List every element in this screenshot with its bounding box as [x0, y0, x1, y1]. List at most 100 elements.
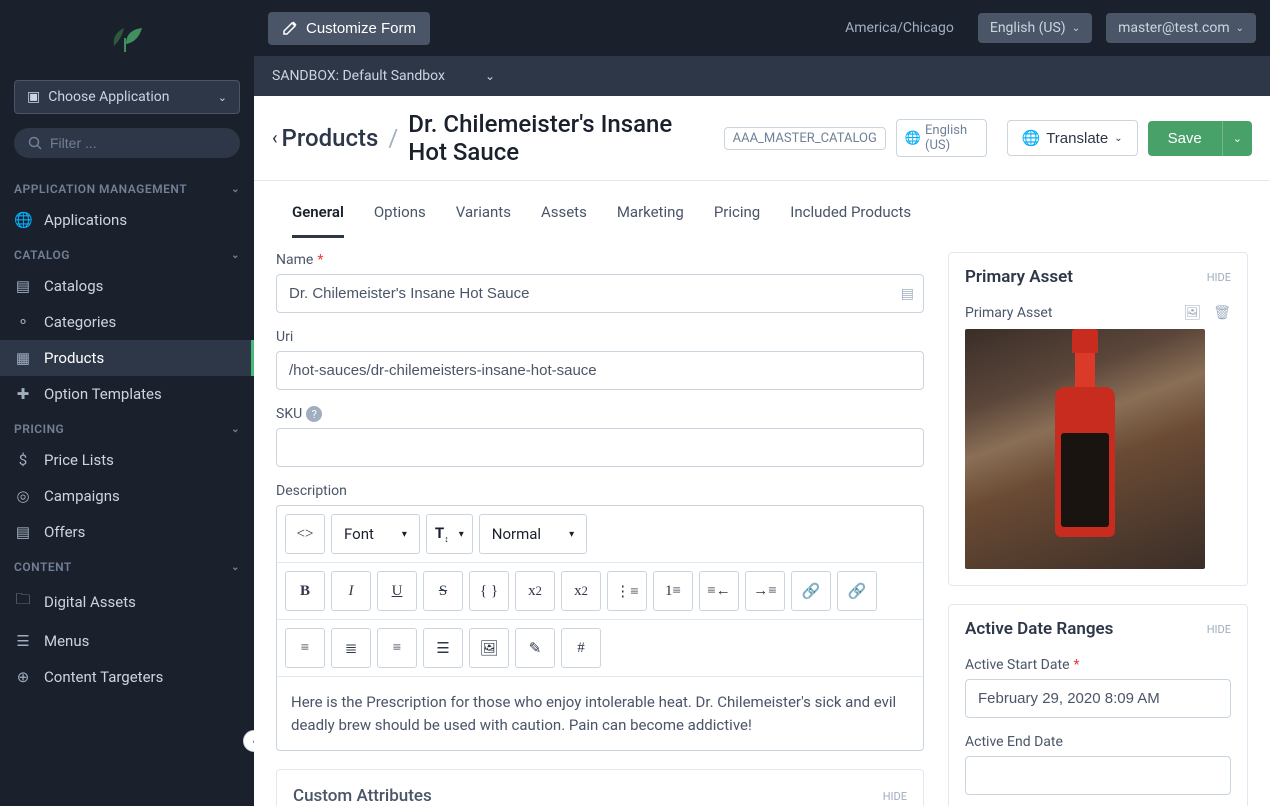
- locale-select[interactable]: English (US) ⌄: [978, 13, 1092, 43]
- catalog-badge: AAA_MASTER_CATALOG: [724, 127, 886, 150]
- sidebar-item-offers[interactable]: ▤ Offers: [0, 514, 254, 550]
- sidebar-item-content-targeters[interactable]: ⊕ Content Targeters: [0, 659, 254, 695]
- rte-size-select[interactable]: T↕ ▾: [426, 514, 473, 554]
- rte-ul-button[interactable]: ⋮≡: [607, 571, 647, 611]
- rte-code-button[interactable]: <>: [285, 514, 325, 554]
- rte-font-select[interactable]: Font ▾: [331, 514, 420, 554]
- sidebar-item-products[interactable]: ▦ Products: [0, 340, 254, 376]
- image-pick-icon[interactable]: 🖼: [1183, 305, 1201, 321]
- rte-bold-button[interactable]: B: [285, 571, 325, 611]
- tab-marketing[interactable]: Marketing: [617, 199, 684, 238]
- nav-section-label: PRICING: [14, 422, 64, 436]
- customize-form-button[interactable]: Customize Form: [268, 12, 430, 45]
- rte-align-justify-button[interactable]: ☰: [423, 628, 463, 668]
- tab-assets[interactable]: Assets: [541, 199, 587, 238]
- user-menu[interactable]: master@test.com ⌄: [1106, 13, 1256, 43]
- breadcrumb-separator: /: [388, 124, 398, 152]
- sidebar-item-catalogs[interactable]: ▤ Catalogs: [0, 268, 254, 304]
- filter-input-wrap: [14, 128, 240, 158]
- nav-section-app-mgmt[interactable]: APPLICATION MANAGEMENT ⌄: [0, 172, 254, 202]
- name-input[interactable]: [276, 274, 924, 313]
- rte-align-right-button[interactable]: ≡: [377, 628, 417, 668]
- sidebar-item-label: Offers: [44, 523, 85, 541]
- description-editor[interactable]: Here is the Prescription for those who e…: [277, 677, 923, 750]
- rte-align-center-button[interactable]: ≣: [331, 628, 371, 668]
- save-button[interactable]: Save: [1148, 121, 1222, 156]
- breadcrumb-products[interactable]: ‹ Products: [272, 124, 378, 152]
- tab-general[interactable]: General: [292, 199, 344, 238]
- translate-label: Translate: [1046, 130, 1108, 147]
- sandbox-bar[interactable]: SANDBOX: Default Sandbox ⌄: [254, 56, 1270, 96]
- rte-codeblock-button[interactable]: { }: [469, 571, 509, 611]
- chevron-down-icon: ⌄: [231, 184, 240, 195]
- logo: [0, 0, 254, 80]
- primary-asset-image[interactable]: [965, 329, 1205, 569]
- nav-section-catalog[interactable]: CATALOG ⌄: [0, 238, 254, 268]
- rte-italic-button[interactable]: I: [331, 571, 371, 611]
- rte-superscript-button[interactable]: x2: [515, 571, 555, 611]
- tab-variants[interactable]: Variants: [456, 199, 511, 238]
- sidebar-item-option-templates[interactable]: ✚ Option Templates: [0, 376, 254, 412]
- sidebar-item-price-lists[interactable]: $ Price Lists: [0, 442, 254, 478]
- rte-underline-button[interactable]: U: [377, 571, 417, 611]
- primary-asset-label: Primary Asset: [965, 305, 1052, 321]
- filter-input[interactable]: [50, 135, 231, 151]
- save-dropdown-button[interactable]: ⌄: [1222, 121, 1252, 156]
- sidebar-item-menus[interactable]: ☰ Menus: [0, 623, 254, 659]
- rte-image-button[interactable]: 🖼: [469, 628, 509, 668]
- delete-icon[interactable]: 🗑: [1213, 305, 1231, 321]
- folder-icon: 🗀: [14, 589, 32, 614]
- sidebar-item-campaigns[interactable]: ◎ Campaigns: [0, 478, 254, 514]
- rte-indent-button[interactable]: →≡: [745, 571, 785, 611]
- rte-heading-select[interactable]: Normal ▾: [479, 514, 587, 554]
- rte-unlink-button[interactable]: 🔗: [837, 571, 877, 611]
- tab-included-products[interactable]: Included Products: [790, 199, 911, 238]
- user-label: master@test.com: [1118, 20, 1230, 36]
- choose-application-button[interactable]: ▣ Choose Application ⌄: [14, 80, 240, 114]
- rte-link-button[interactable]: 🔗: [791, 571, 831, 611]
- hide-button[interactable]: HIDE: [1207, 271, 1231, 284]
- hide-button[interactable]: HIDE: [1207, 623, 1231, 636]
- locale-label: English (US): [990, 20, 1066, 36]
- globe-icon: 🌐: [14, 211, 32, 229]
- sidebar-item-applications[interactable]: 🌐 Applications: [0, 202, 254, 238]
- window-icon: ▣: [27, 89, 40, 105]
- rte-strike-button[interactable]: S: [423, 571, 463, 611]
- rte-table-button[interactable]: #: [561, 628, 601, 668]
- nav-section-content[interactable]: CONTENT ⌄: [0, 550, 254, 580]
- rte-color-button[interactable]: ✎: [515, 628, 555, 668]
- crosshair-icon: ⊕: [14, 668, 32, 686]
- breadcrumb-label: Products: [282, 124, 379, 152]
- help-icon[interactable]: ?: [306, 406, 322, 422]
- active-date-ranges-card: Active Date Ranges HIDE Active Start Dat…: [948, 604, 1248, 806]
- tabs: General Options Variants Assets Marketin…: [272, 181, 1252, 238]
- sidebar-item-label: Option Templates: [44, 385, 162, 403]
- rte-outdent-button[interactable]: ≡←: [699, 571, 739, 611]
- active-end-date-input[interactable]: [965, 756, 1231, 795]
- rte-ol-button[interactable]: 1≡: [653, 571, 693, 611]
- nav-section-pricing[interactable]: PRICING ⌄: [0, 412, 254, 442]
- active-start-date-input[interactable]: [965, 679, 1231, 718]
- sidebar-item-digital-assets[interactable]: 🗀 Digital Assets: [0, 580, 254, 623]
- nav-section-label: CATALOG: [14, 248, 70, 262]
- sidebar-item-categories[interactable]: ⚬ Categories: [0, 304, 254, 340]
- save-button-group: Save ⌄: [1148, 121, 1252, 156]
- description-label: Description: [276, 483, 924, 499]
- rte-align-left-button[interactable]: ≡: [285, 628, 325, 668]
- rte-subscript-button[interactable]: x2: [561, 571, 601, 611]
- active-start-date-label: Active Start Date*: [965, 657, 1231, 673]
- db-icon[interactable]: ▤: [901, 286, 914, 302]
- tab-options[interactable]: Options: [374, 199, 426, 238]
- uri-input[interactable]: [276, 351, 924, 390]
- leaf-logo-icon: [108, 24, 146, 56]
- chevron-down-icon: ⌄: [485, 69, 495, 83]
- chevron-down-icon: ⌄: [1236, 23, 1244, 34]
- sandbox-label: SANDBOX: Default Sandbox: [272, 68, 445, 84]
- translate-button[interactable]: 🌐 Translate ⌄: [1007, 120, 1138, 156]
- sku-input[interactable]: [276, 428, 924, 467]
- main: Customize Form America/Chicago English (…: [254, 0, 1270, 806]
- language-badge-label: English (US): [925, 123, 977, 153]
- tab-pricing[interactable]: Pricing: [714, 199, 760, 238]
- search-icon: [28, 136, 42, 150]
- hide-button[interactable]: HIDE: [883, 790, 907, 803]
